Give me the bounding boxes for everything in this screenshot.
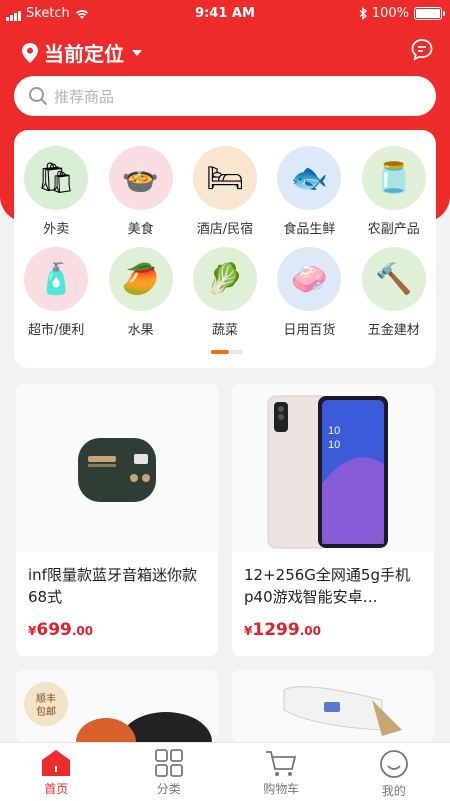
daily-goods-icon: 🧼 (277, 247, 341, 311)
location-selector[interactable]: 当前定位 (22, 38, 142, 67)
battery-percent: 100% (372, 6, 409, 21)
hardware-tools-icon: 🔨 (362, 247, 426, 311)
search-placeholder: 推荐商品 (54, 86, 114, 107)
tab-label: 分类 (157, 780, 181, 797)
category-item[interactable]: 🥭 水果 (98, 247, 182, 338)
category-grid-icon (154, 749, 184, 777)
product-title: 12+256G全网通5g手机p40游戏智能安卓… (232, 552, 434, 608)
product-image: 顺丰 包邮 (16, 670, 218, 742)
page-dot-active (211, 350, 229, 354)
vegetable-icon: 🥬 (193, 247, 257, 311)
battery-icon (414, 7, 442, 20)
tab-label: 首页 (44, 780, 68, 797)
dropdown-caret-icon (132, 50, 142, 56)
category-label: 超市/便利 (28, 319, 84, 338)
tab-profile[interactable]: 我的 (338, 743, 450, 801)
category-label: 食品生鲜 (283, 218, 335, 237)
location-pin-icon (22, 43, 38, 63)
category-label: 五金建材 (368, 319, 420, 338)
tab-label: 我的 (382, 782, 406, 799)
hotel-bed-icon: 🛏 (193, 146, 257, 210)
category-item[interactable]: 🧼 日用百货 (267, 247, 351, 338)
bluetooth-speaker-image (16, 384, 218, 552)
category-label: 水果 (128, 319, 154, 338)
category-card: 🛍 外卖 🍲 美食 🛏 酒店/民宿 🐟 食品生鲜 🫙 农副产品 🧴 超市/便利 🥭 水果 🥬 蔬菜 🧼 日用百货 🔨… (14, 130, 436, 368)
takeout-bag-icon: 🛍 (24, 146, 88, 210)
category-item[interactable]: 🫙 农副产品 (352, 146, 436, 237)
category-label: 美食 (128, 218, 154, 237)
location-label: 当前定位 (44, 38, 124, 67)
fresh-fish-icon: 🐟 (277, 146, 341, 210)
category-grid: 🛍 外卖 🍲 美食 🛏 酒店/民宿 🐟 食品生鲜 🫙 农副产品 🧴 超市/便利 🥭 水果 🥬 蔬菜 🧼 日用百货 🔨… (14, 130, 436, 338)
status-right: 100% (359, 6, 442, 21)
product-card[interactable]: 顺丰 包邮 (16, 670, 218, 742)
svg-text:10: 10 (328, 425, 340, 437)
smartphone-image: 10 10 (232, 384, 434, 552)
tab-category[interactable]: 分类 (113, 743, 226, 801)
svg-text:10: 10 (328, 439, 340, 451)
category-item[interactable]: 🥬 蔬菜 (183, 247, 267, 338)
fruit-icon: 🥭 (109, 247, 173, 311)
profile-smile-icon (379, 749, 409, 779)
category-item[interactable]: 🔨 五金建材 (352, 247, 436, 338)
product-card[interactable] (232, 670, 434, 742)
category-label: 日用百货 (283, 319, 335, 338)
category-label: 酒店/民宿 (197, 218, 253, 237)
category-label: 蔬菜 (212, 319, 238, 338)
product-title: inf限量款蓝牙音箱迷你款68式 (16, 552, 218, 608)
product-image (16, 384, 218, 552)
product-price: ¥1299.00 (232, 608, 434, 640)
tab-cart[interactable]: 购物车 (225, 743, 338, 801)
search-bar[interactable]: 推荐商品 (14, 76, 436, 116)
bluetooth-icon (359, 7, 367, 20)
page-dot (229, 350, 243, 354)
category-item[interactable]: 🍲 美食 (98, 146, 182, 237)
page-indicator (211, 350, 243, 354)
search-icon (28, 86, 48, 106)
category-label: 农副产品 (368, 218, 420, 237)
oil-bottle-icon: 🫙 (362, 146, 426, 210)
shipping-badge-line1: 顺丰 (36, 692, 56, 705)
message-icon[interactable] (410, 38, 434, 62)
shipping-badge-line2: 包邮 (36, 705, 56, 718)
bottom-tab-bar: 首页 分类 购物车 我的 (0, 742, 450, 801)
product-price: ¥699.00 (16, 608, 218, 640)
grooming-device-image (232, 670, 434, 742)
category-item[interactable]: 🛍 外卖 (14, 146, 98, 237)
status-bar: Sketch 9:41 AM 100% (0, 0, 450, 28)
cart-icon (264, 749, 298, 777)
product-image: 10 10 (232, 384, 434, 552)
tab-home[interactable]: 首页 (0, 743, 113, 801)
category-item[interactable]: 🧴 超市/便利 (14, 247, 98, 338)
supermarket-goods-icon: 🧴 (24, 247, 88, 311)
product-card[interactable]: inf限量款蓝牙音箱迷你款68式 ¥699.00 (16, 384, 218, 656)
pot-image: 顺丰 包邮 (16, 670, 218, 742)
food-dish-icon: 🍲 (109, 146, 173, 210)
category-label: 外卖 (43, 218, 69, 237)
product-image (232, 670, 434, 742)
category-item[interactable]: 🐟 食品生鲜 (267, 146, 351, 237)
tab-label: 购物车 (263, 780, 299, 797)
category-item[interactable]: 🛏 酒店/民宿 (183, 146, 267, 237)
home-icon (41, 749, 71, 777)
product-card[interactable]: 10 10 12+256G全网通5g手机p40游戏智能安卓… ¥1299.00 (232, 384, 434, 656)
